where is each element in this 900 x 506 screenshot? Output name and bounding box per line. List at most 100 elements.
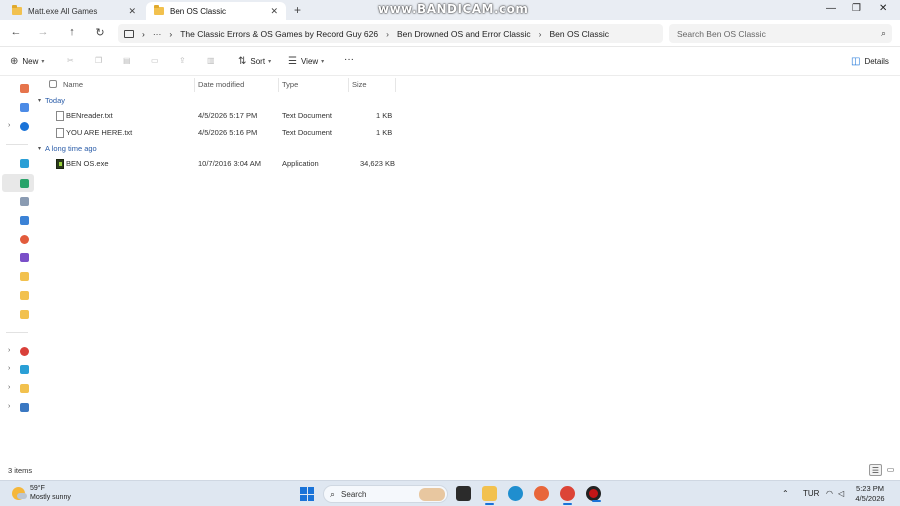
network-drive-icon[interactable]: [20, 347, 29, 356]
volume-icon[interactable]: ◁: [838, 489, 844, 498]
column-divider[interactable]: [278, 78, 279, 92]
file-type: Application: [282, 159, 319, 168]
item-count: 3 items: [8, 466, 33, 475]
delete-icon[interactable]: ▥: [207, 56, 215, 65]
show-hidden-icons-button[interactable]: ⌃: [782, 489, 789, 498]
select-all-checkbox[interactable]: [49, 80, 57, 88]
column-date-modified[interactable]: Date modified: [198, 80, 244, 89]
breadcrumb-chevron-icon: ›: [142, 28, 145, 39]
breadcrumb-item[interactable]: Ben Drowned OS and Error Classic: [397, 29, 531, 39]
sort-button[interactable]: ⇅ Sort ▾: [238, 56, 271, 67]
pictures-icon[interactable]: [20, 216, 29, 225]
close-tab-icon[interactable]: ✕: [270, 6, 278, 17]
file-name: YOU ARE HERE.txt: [66, 128, 133, 137]
videos-icon[interactable]: [20, 253, 29, 262]
address-row: ← → ↑ ↻ › ··· › The Classic Errors & OS …: [0, 20, 900, 47]
maximize-button[interactable]: ❐: [852, 3, 861, 14]
file-row[interactable]: YOU ARE HERE.txt 4/5/2026 5:16 PM Text D…: [36, 125, 406, 141]
file-explorer-icon[interactable]: [482, 486, 497, 505]
file-row[interactable]: BENreader.txt 4/5/2026 5:17 PM Text Docu…: [36, 108, 406, 124]
refresh-button[interactable]: ↻: [93, 26, 107, 39]
back-button[interactable]: ←: [9, 26, 23, 38]
details-view-icon[interactable]: ☰: [869, 464, 882, 476]
folder-icon[interactable]: [20, 384, 29, 393]
column-header-row: Name Date modified Type Size: [36, 76, 406, 92]
language-indicator[interactable]: TUR: [803, 489, 819, 498]
expand-chevron-icon[interactable]: ›: [8, 403, 10, 410]
search-input[interactable]: Search Ben OS Classic ⌕: [669, 24, 892, 43]
tab-title: Matt.exe All Games: [28, 6, 98, 16]
address-bar[interactable]: › ··· › The Classic Errors & OS Games by…: [118, 24, 663, 43]
search-icon: ⌕: [330, 488, 336, 499]
edge-browser-icon[interactable]: [508, 486, 523, 501]
network-icon[interactable]: [20, 403, 29, 412]
weather-condition[interactable]: Mostly sunny: [30, 494, 71, 501]
copy-icon[interactable]: ❐: [95, 56, 102, 65]
new-label: New: [22, 57, 39, 66]
search-icon: ⌕: [880, 28, 886, 38]
details-button[interactable]: ◫ Details: [851, 56, 889, 67]
music-icon[interactable]: [20, 235, 29, 244]
column-size[interactable]: Size: [352, 80, 367, 89]
tab-title: Ben OS Classic: [170, 6, 227, 16]
onedrive-icon[interactable]: [20, 122, 29, 131]
sidebar-divider: [6, 332, 28, 333]
downloads-icon[interactable]: [20, 179, 29, 188]
more-options-button[interactable]: ···: [344, 54, 354, 65]
folder-icon[interactable]: [20, 272, 29, 281]
breadcrumb-item[interactable]: The Classic Errors & OS Games by Record …: [180, 29, 378, 39]
file-size: 1 KB: [376, 128, 393, 137]
breadcrumb-item[interactable]: Ben OS Classic: [550, 29, 610, 39]
tab-matt-exe[interactable]: Matt.exe All Games ✕: [4, 2, 144, 20]
expand-chevron-icon[interactable]: ›: [8, 347, 10, 354]
tiles-view-icon[interactable]: ▭: [884, 464, 897, 476]
documents-icon[interactable]: [20, 197, 29, 206]
column-divider[interactable]: [194, 78, 195, 92]
cut-icon[interactable]: ✂: [67, 56, 74, 65]
folder-icon[interactable]: [20, 310, 29, 319]
new-tab-button[interactable]: +: [294, 3, 301, 17]
column-type[interactable]: Type: [282, 80, 298, 89]
gallery-icon[interactable]: [20, 103, 29, 112]
sort-label: Sort: [250, 57, 266, 66]
this-pc-icon[interactable]: [20, 365, 29, 374]
home-icon[interactable]: [20, 84, 29, 93]
taskbar-search[interactable]: ⌕ Search: [323, 485, 448, 503]
expand-chevron-icon[interactable]: ›: [8, 365, 10, 372]
forward-button[interactable]: →: [36, 26, 50, 38]
breadcrumb-overflow-button[interactable]: ···: [153, 29, 162, 39]
group-header-today[interactable]: ▾ Today: [38, 96, 65, 105]
weather-sun-icon[interactable]: [12, 487, 27, 500]
up-button[interactable]: ↑: [65, 26, 79, 38]
file-size: 34,623 KB: [360, 159, 396, 168]
bandicam-icon[interactable]: [586, 486, 601, 502]
share-icon[interactable]: ⇪: [179, 56, 186, 65]
minimize-button[interactable]: —: [826, 3, 836, 14]
wifi-icon[interactable]: ◠: [826, 489, 833, 498]
column-name[interactable]: Name: [63, 80, 83, 89]
rename-icon[interactable]: ▭: [151, 56, 159, 65]
folder-icon[interactable]: [20, 291, 29, 300]
start-button[interactable]: [300, 487, 314, 501]
view-button[interactable]: ☰ View ▾: [288, 56, 324, 67]
tab-ben-os-classic[interactable]: Ben OS Classic ✕: [146, 2, 286, 20]
this-pc-icon[interactable]: [124, 29, 134, 38]
paste-icon[interactable]: ▤: [123, 56, 131, 65]
file-row[interactable]: BEN OS.exe 10/7/2016 3:04 AM Application…: [36, 156, 406, 172]
chrome-icon[interactable]: [560, 486, 575, 505]
weather-temperature[interactable]: 59°F: [30, 485, 45, 492]
file-date: 4/5/2026 5:16 PM: [198, 128, 258, 137]
expand-chevron-icon[interactable]: ›: [8, 122, 10, 129]
text-file-icon: [56, 111, 64, 121]
column-divider[interactable]: [395, 78, 396, 92]
expand-chevron-icon[interactable]: ›: [8, 384, 10, 391]
group-header-long-ago[interactable]: ▾ A long time ago: [38, 144, 97, 153]
new-button[interactable]: ⊕ New ▾: [10, 56, 44, 67]
close-window-button[interactable]: ✕: [879, 3, 887, 14]
column-divider[interactable]: [348, 78, 349, 92]
system-clock[interactable]: 5:23 PM 4/5/2026: [846, 484, 894, 504]
firefox-icon[interactable]: [534, 486, 549, 501]
desktop-icon[interactable]: [20, 159, 29, 168]
task-view-icon[interactable]: [456, 486, 471, 501]
close-tab-icon[interactable]: ✕: [128, 6, 136, 17]
